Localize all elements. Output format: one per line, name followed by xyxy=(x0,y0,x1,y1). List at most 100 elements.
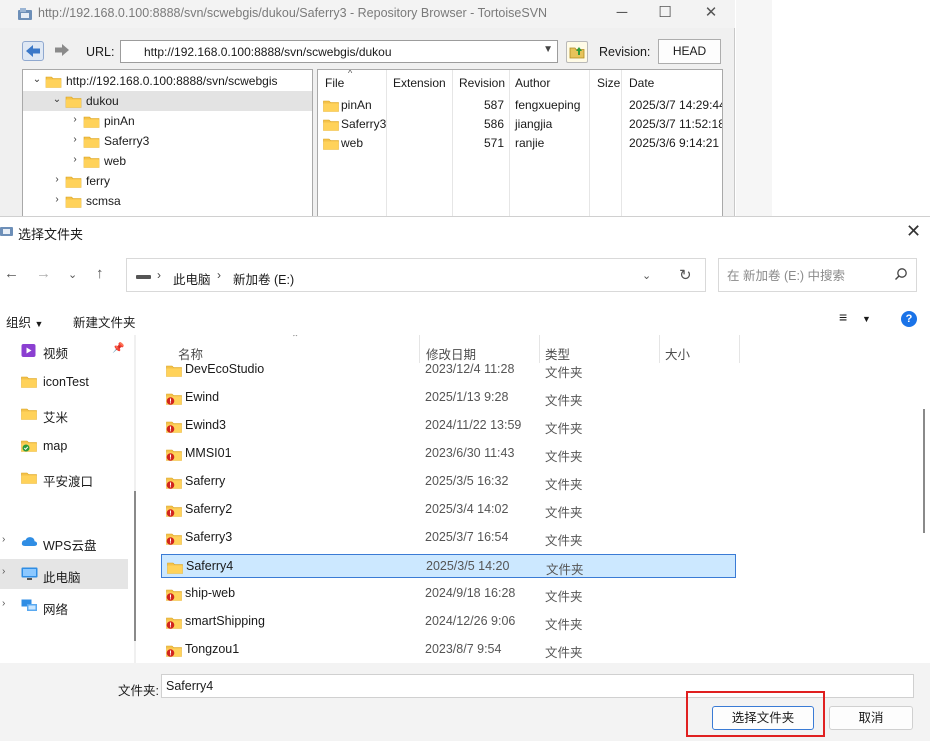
scrollbar-thumb[interactable] xyxy=(923,409,925,533)
column-divider[interactable] xyxy=(621,70,622,221)
up-arrow-icon[interactable]: ↑ xyxy=(96,265,104,282)
chevron-right-icon[interactable]: › xyxy=(69,134,81,145)
chevron-down-icon[interactable]: ⌄ xyxy=(51,94,63,105)
go-up-button[interactable] xyxy=(566,41,588,63)
svn-conflict-folder-icon xyxy=(166,645,182,657)
back-button[interactable] xyxy=(22,41,44,61)
close-icon[interactable]: ✕ xyxy=(700,4,722,22)
chevron-right-icon[interactable]: › xyxy=(51,174,63,185)
tree-node[interactable]: › Saferry3 xyxy=(23,131,312,151)
column-divider[interactable] xyxy=(386,70,387,221)
file-row-icon[interactable] xyxy=(323,99,339,115)
file-column-header[interactable]: Author xyxy=(515,76,550,90)
tortoisesvn-icon xyxy=(0,227,13,236)
breadcrumb-this-pc[interactable]: 此电脑 xyxy=(173,269,211,288)
forward-button[interactable] xyxy=(52,41,74,61)
tree-node[interactable]: ⌄ dukou xyxy=(23,91,312,111)
chevron-right-icon[interactable]: › xyxy=(69,154,81,165)
nav-pane-item[interactable]: iconTest xyxy=(0,367,128,397)
nav-pane-item[interactable]: 平安渡口 xyxy=(0,463,128,493)
column-divider[interactable] xyxy=(739,335,740,363)
address-breadcrumb[interactable]: › 此电脑 › 新加卷 (E:) ⌄ ↻ xyxy=(126,258,706,292)
column-divider[interactable] xyxy=(452,70,453,221)
tree-node[interactable]: › ferry xyxy=(23,171,312,191)
file-cell-author: jiangjia xyxy=(515,117,553,131)
folder-name-input[interactable] xyxy=(161,674,914,698)
list-item[interactable]: Saferry2 2025/3/4 14:02 文件夹 xyxy=(161,498,736,522)
file-column-header[interactable]: Size xyxy=(597,76,620,90)
view-options-caret-icon[interactable]: ▼ xyxy=(862,314,871,324)
breadcrumb-drive-e[interactable]: 新加卷 (E:) xyxy=(233,269,294,288)
refresh-icon[interactable]: ↻ xyxy=(679,266,692,284)
list-item[interactable]: Saferry3 2025/3/7 16:54 文件夹 xyxy=(161,526,736,550)
file-cell-file[interactable]: pinAn xyxy=(341,98,372,112)
file-row-icon[interactable] xyxy=(323,137,339,153)
list-item[interactable]: Saferry 2025/3/5 16:32 文件夹 xyxy=(161,470,736,494)
select-folder-button[interactable]: 选择文件夹 xyxy=(712,706,814,730)
new-folder-button[interactable]: 新建文件夹 xyxy=(73,312,136,331)
list-item[interactable]: smartShipping 2024/12/26 9:06 文件夹 xyxy=(161,610,736,634)
file-cell-file[interactable]: web xyxy=(341,136,363,150)
dialog-close-icon[interactable]: ✕ xyxy=(906,221,921,242)
revision-head-button[interactable]: HEAD xyxy=(658,39,721,64)
folder-label: 文件夹: xyxy=(118,684,159,698)
help-button[interactable]: ? xyxy=(901,311,917,327)
forward-arrow-icon[interactable]: → xyxy=(36,265,51,282)
tree-node-label: pinAn xyxy=(104,114,135,128)
file-column-header[interactable]: Revision xyxy=(459,76,505,90)
breadcrumb-separator-icon[interactable]: › xyxy=(217,268,221,282)
nav-pane-item[interactable]: 视频 📌 xyxy=(0,335,128,365)
folder-list-scrollbar[interactable] xyxy=(921,335,927,663)
list-item[interactable]: Ewind3 2024/11/22 13:59 文件夹 xyxy=(161,414,736,438)
cancel-button[interactable]: 取消 xyxy=(829,706,913,730)
list-item[interactable]: Saferry4 2025/3/5 14:20 文件夹 xyxy=(161,554,736,578)
maximize-icon[interactable]: ☐ xyxy=(654,4,676,22)
column-divider[interactable] xyxy=(509,70,510,221)
file-column-header[interactable]: Date xyxy=(629,76,654,90)
chevron-down-icon[interactable]: ⌄ xyxy=(31,74,43,85)
organize-menu[interactable]: 组织 ▼ xyxy=(6,312,43,331)
tree-node[interactable]: › pinAn xyxy=(23,111,312,131)
file-column-header[interactable]: Extension xyxy=(393,76,446,90)
column-divider[interactable] xyxy=(589,70,590,221)
recent-locations-chevron-icon[interactable]: ⌄ xyxy=(68,268,77,281)
tree-node[interactable]: › web xyxy=(23,151,312,171)
folder-name: ship-web xyxy=(185,586,236,600)
chevron-down-icon[interactable]: ⌄ xyxy=(642,269,651,282)
back-arrow-icon[interactable]: ← xyxy=(4,265,19,282)
minimize-icon[interactable]: ─ xyxy=(611,4,633,22)
folder-type: 文件夹 xyxy=(546,563,584,577)
breadcrumb-separator-icon[interactable]: › xyxy=(157,268,161,282)
chevron-right-icon[interactable]: › xyxy=(2,534,5,545)
list-item[interactable]: DevEcoStudio 2023/12/4 11:28 文件夹 xyxy=(161,358,736,382)
nav-pane-item[interactable]: › 此电脑 xyxy=(0,559,128,589)
scrollbar-thumb[interactable] xyxy=(134,491,136,641)
list-item[interactable]: MMSI01 2023/6/30 11:43 文件夹 xyxy=(161,442,736,466)
chevron-right-icon[interactable]: › xyxy=(51,194,63,205)
dialog-titlebar: 选择文件夹 ✕ xyxy=(0,217,930,247)
search-box[interactable] xyxy=(718,258,917,292)
list-item[interactable]: ship-web 2024/9/18 16:28 文件夹 xyxy=(161,582,736,606)
navigation-pane-scrollbar[interactable] xyxy=(134,335,136,663)
url-combobox[interactable]: http://192.168.0.100:8888/svn/scwebgis/d… xyxy=(120,40,558,63)
tree-node[interactable]: ⌄ http://192.168.0.100:8888/svn/scwebgis xyxy=(23,71,312,91)
view-menu-icon[interactable]: ≡ xyxy=(839,309,847,325)
nav-pane-item[interactable]: › 网络 xyxy=(0,591,128,621)
chevron-right-icon[interactable]: › xyxy=(2,566,5,577)
folder-icon xyxy=(166,420,182,436)
folder-name: Ewind xyxy=(185,390,220,404)
nav-pane-item[interactable]: map xyxy=(0,431,128,461)
folder-icon xyxy=(21,376,37,388)
file-row-icon[interactable] xyxy=(323,118,339,134)
nav-pane-item[interactable]: 艾米 xyxy=(0,399,128,429)
tree-node[interactable]: › scmsa xyxy=(23,191,312,211)
chevron-right-icon[interactable]: › xyxy=(2,598,5,609)
search-input[interactable] xyxy=(727,267,887,285)
chevron-down-icon[interactable]: ▼ xyxy=(543,44,553,55)
file-column-header[interactable]: File xyxy=(325,76,344,90)
chevron-right-icon[interactable]: › xyxy=(69,114,81,125)
list-item[interactable]: Tongzou1 2023/8/7 9:54 文件夹 xyxy=(161,638,736,662)
list-item[interactable]: Ewind 2025/1/13 9:28 文件夹 xyxy=(161,386,736,410)
file-cell-file[interactable]: Saferry3 xyxy=(341,117,386,131)
nav-pane-item[interactable]: › WPS云盘 xyxy=(0,527,128,557)
